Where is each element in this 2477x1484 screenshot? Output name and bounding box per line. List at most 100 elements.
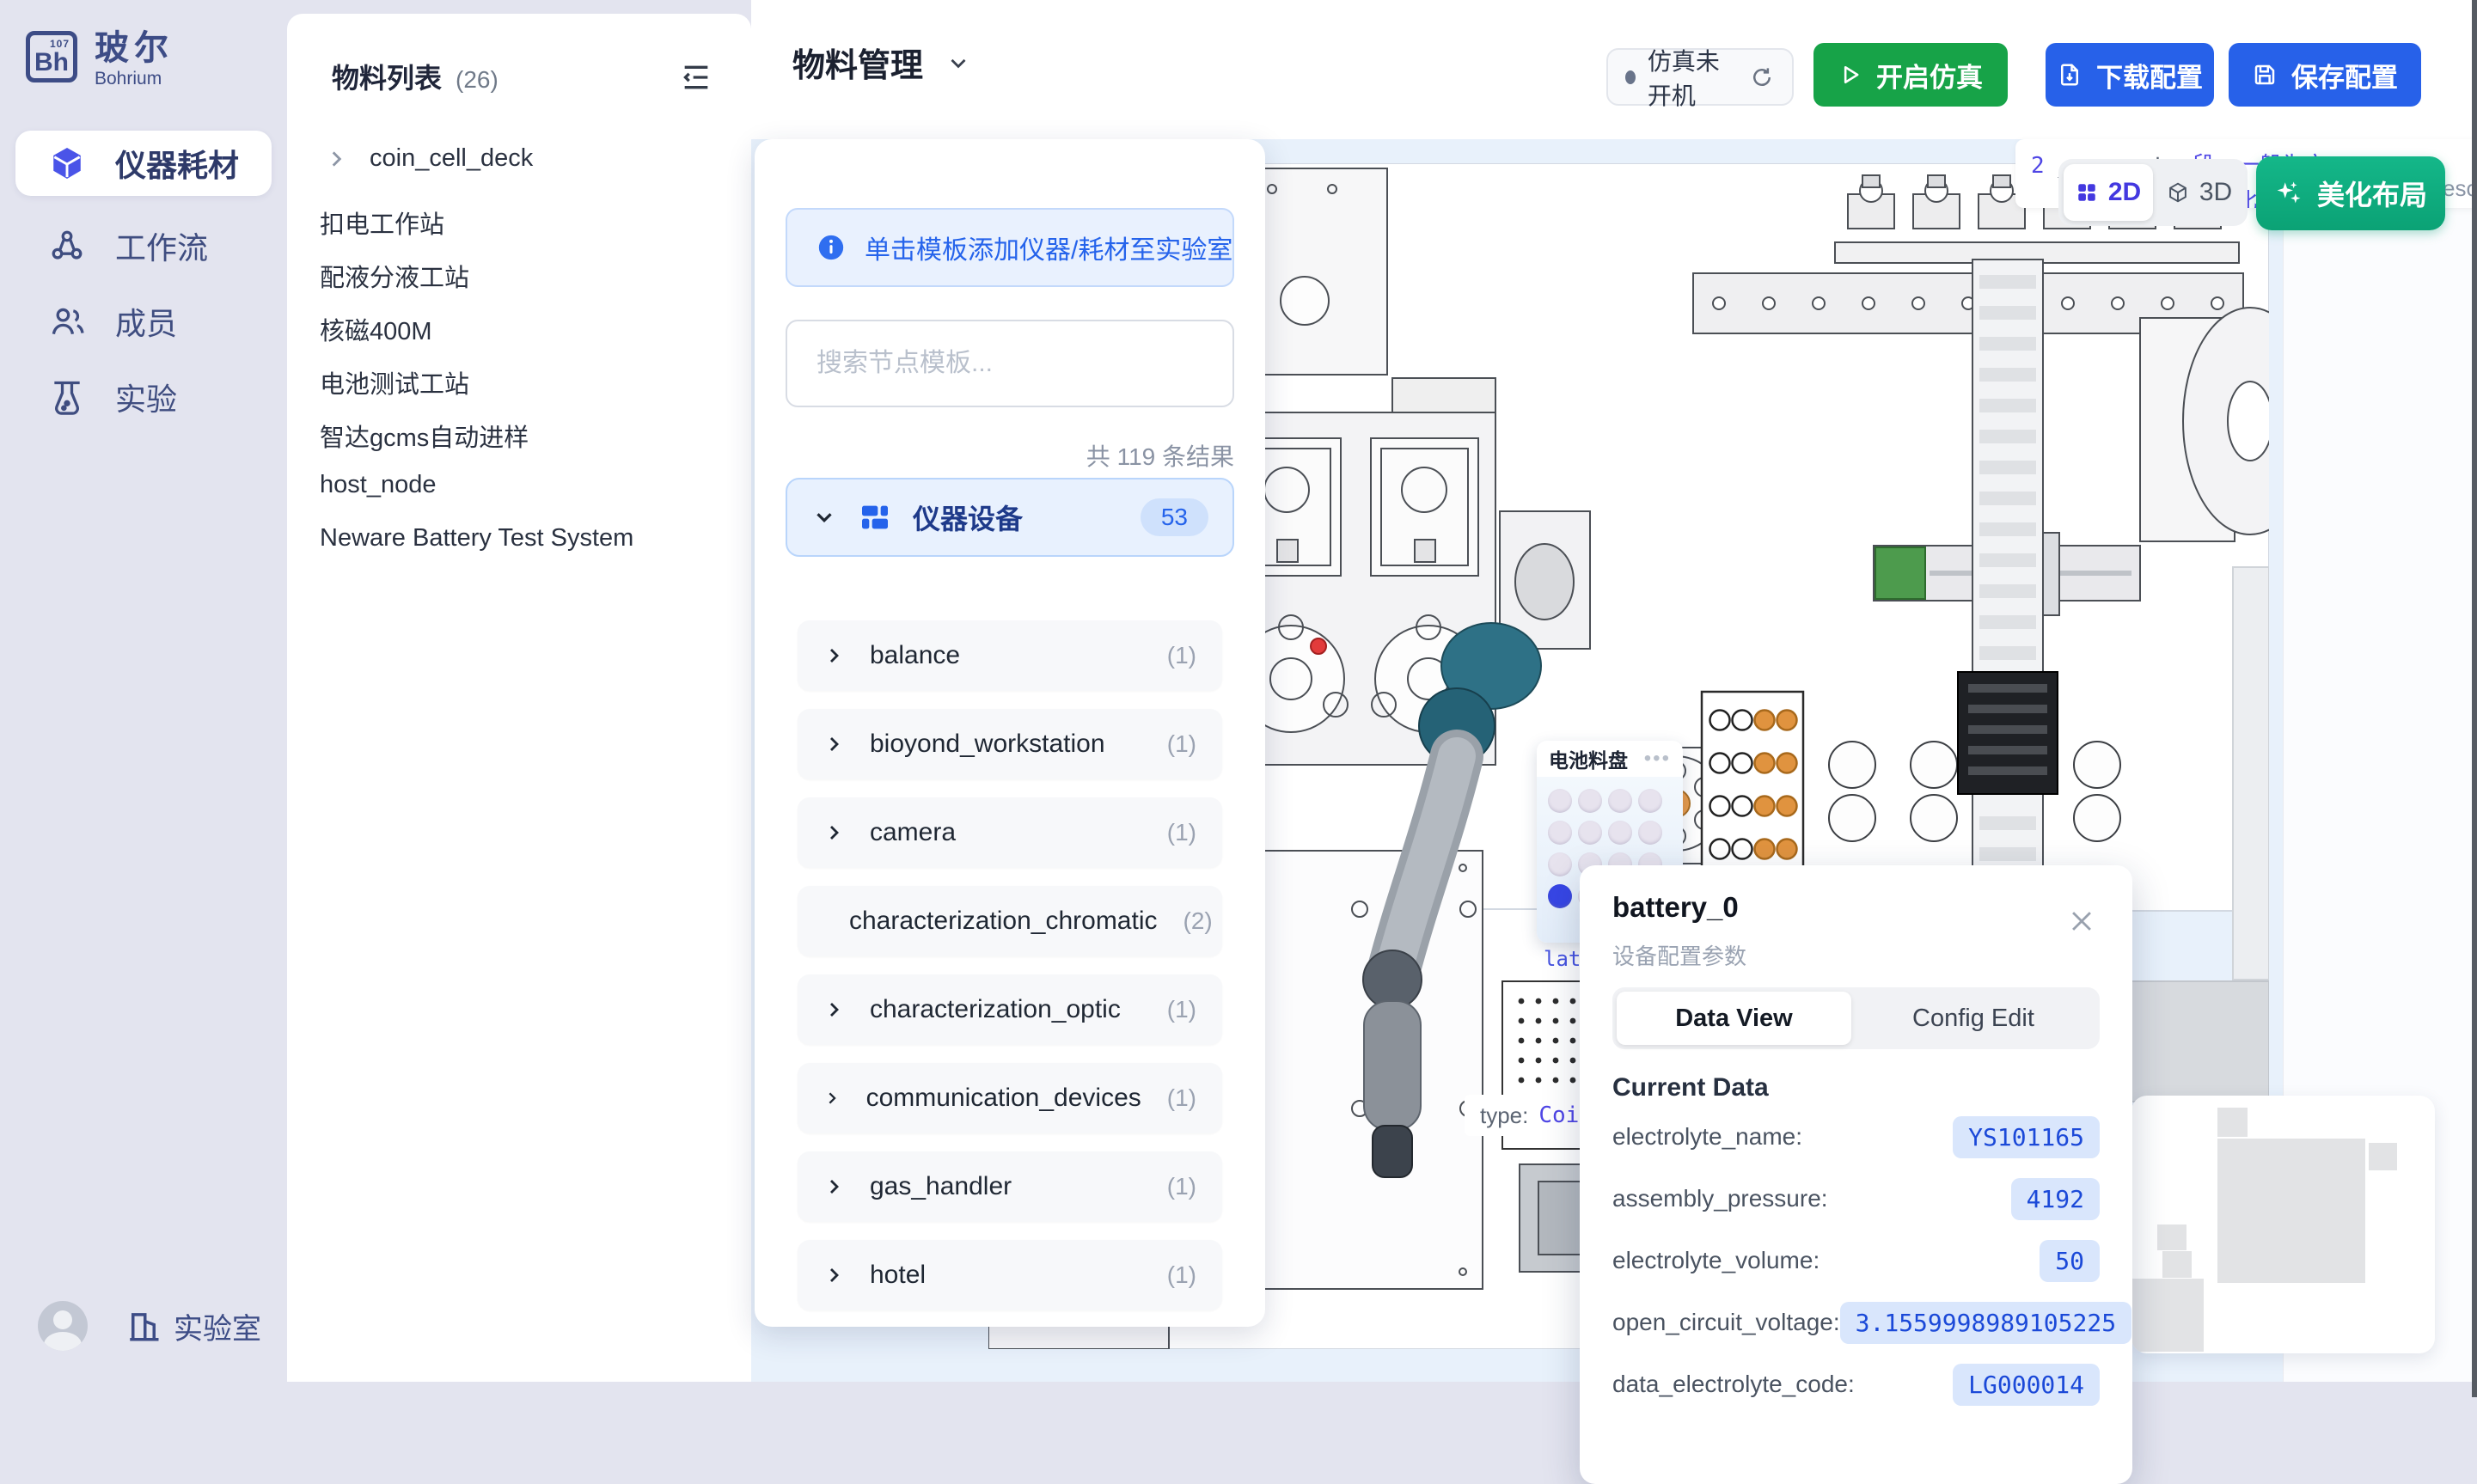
template-item-gas-handler[interactable]: gas_handler (1) [798, 1151, 1222, 1222]
materials-count: (26) [456, 66, 498, 94]
search-template-input[interactable] [786, 320, 1234, 407]
view-2d-label: 2D [2108, 178, 2141, 207]
material-item[interactable]: coin_cell_deck [325, 144, 533, 173]
tab-config-edit[interactable]: Config Edit [1851, 992, 2095, 1045]
avatar[interactable] [38, 1301, 88, 1351]
start-simulation-button[interactable]: 开启仿真 [1813, 43, 2008, 107]
brand-name-zh: 玻尔 [95, 31, 174, 65]
start-simulation-label: 开启仿真 [1876, 56, 1983, 95]
category-count-badge: 53 [1141, 498, 1208, 536]
template-item-characterization-optic[interactable]: characterization_optic (1) [798, 974, 1222, 1045]
template-item-bioyond-workstation[interactable]: bioyond_workstation (1) [798, 709, 1222, 779]
material-item[interactable]: 核磁400M [320, 311, 432, 347]
view-toggle: 2D 3D [2058, 159, 2248, 226]
close-icon[interactable] [2067, 907, 2096, 936]
sidebar-item-instruments[interactable]: 仪器耗材 [15, 131, 272, 196]
grid-2d-icon [2076, 181, 2098, 204]
current-data-heading: Current Data [1612, 1073, 1769, 1102]
workflow-icon [48, 227, 86, 265]
save-config-button[interactable]: 保存配置 [2229, 43, 2421, 107]
field-assembly-pressure: assembly_pressure: 4192 [1612, 1178, 2100, 1219]
chevron-right-icon [823, 822, 844, 843]
sidebar-item-label: 实验 [115, 375, 177, 419]
popup-subtitle: 设备配置参数 [1612, 939, 1746, 971]
lab-link-label: 实验室 [174, 1305, 261, 1347]
tab-data-view[interactable]: Data View [1617, 992, 1851, 1045]
sidebar-item-members[interactable]: 成员 [15, 289, 272, 354]
field-open-circuit-voltage: open_circuit_voltage: 3.1559998989105225 [1612, 1302, 2100, 1343]
cube-3d-icon [2167, 181, 2189, 204]
top-header: 物料管理 仿真未开机 开启仿真 下载配置 保存配置 [751, 0, 2477, 139]
chevron-right-icon [823, 1176, 844, 1197]
materials-title: 物料列表 [332, 57, 442, 96]
sidebar: Bh 107 玻尔 Bohrium 仪器耗材 工作流 成员 实验 [0, 0, 287, 1397]
battery-tray-title: 电池料盘 [1549, 744, 1628, 773]
page-title-dropdown[interactable]: 物料管理 [792, 39, 971, 86]
view-3d-button[interactable]: 3D [2156, 164, 2242, 221]
material-item[interactable]: 配液分液工站 [320, 258, 469, 294]
material-item[interactable]: 智达gcms自动进样 [320, 418, 529, 454]
chevron-down-icon [811, 504, 837, 530]
lab-link[interactable]: 实验室 [125, 1305, 261, 1347]
material-item-label: coin_cell_deck [370, 144, 533, 173]
chevron-right-icon [823, 1088, 841, 1108]
field-electrolyte-volume: electrolyte_volume: 50 [1612, 1240, 2100, 1281]
beautify-layout-button[interactable]: 美化布局 [2256, 156, 2445, 230]
sidebar-item-experiments[interactable]: 实验 [15, 364, 272, 430]
sidebar-item-label: 仪器耗材 [115, 141, 239, 186]
chevron-down-icon [945, 50, 971, 76]
comment-prefix: 2 [2031, 153, 2045, 179]
chevron-right-icon[interactable] [325, 148, 347, 170]
chevron-right-icon [823, 645, 844, 666]
type-value: Coi [1538, 1102, 1579, 1128]
view-3d-label: 3D [2199, 178, 2232, 207]
view-2d-button[interactable]: 2D [2064, 164, 2153, 221]
members-icon [48, 302, 86, 340]
cube-icon [48, 144, 86, 182]
template-item-communication-devices[interactable]: communication_devices (1) [798, 1063, 1222, 1133]
status-dot-icon [1625, 70, 1636, 84]
download-config-button[interactable]: 下载配置 [2046, 43, 2214, 107]
field-electrolyte-name: electrolyte_name: YS101165 [1612, 1116, 2100, 1157]
category-name: 仪器设备 [913, 498, 1120, 537]
chevron-right-icon [823, 734, 844, 754]
template-item-characterization-chromatic[interactable]: characterization_chromatic (2) [798, 886, 1222, 956]
template-item-balance[interactable]: balance (1) [798, 620, 1222, 691]
save-config-label: 保存配置 [2291, 56, 2398, 95]
material-item[interactable]: 扣电工作站 [320, 205, 444, 241]
download-icon [2057, 62, 2083, 88]
sidebar-item-workflow[interactable]: 工作流 [15, 213, 272, 278]
sidebar-item-label: 成员 [115, 299, 177, 344]
popup-title: battery_0 [1612, 891, 1739, 924]
more-options-icon[interactable]: ••• [1644, 747, 1671, 771]
save-icon [2252, 62, 2278, 88]
refresh-icon[interactable] [1749, 64, 1775, 90]
popup-tabs: Data View Config Edit [1612, 987, 2100, 1049]
selected-battery-dot[interactable] [1548, 884, 1572, 908]
brand-name: 玻尔 Bohrium [95, 31, 174, 89]
template-item-camera[interactable]: camera (1) [798, 797, 1222, 868]
building-icon [125, 1308, 162, 1344]
category-instruments[interactable]: 仪器设备 53 [786, 478, 1234, 557]
material-item[interactable]: Neware Battery Test System [320, 524, 633, 553]
field-value: 4192 [2011, 1178, 2100, 1220]
window-edge [2472, 0, 2477, 1397]
logo-text: Bh [34, 48, 69, 77]
material-item[interactable]: 电池测试工站 [320, 364, 469, 400]
sim-status-label: 仿真未开机 [1648, 43, 1737, 112]
dashboard-icon [858, 500, 892, 534]
chevron-right-icon [823, 1265, 844, 1286]
hint-banner-text: 单击模板添加仪器/耗材至实验室 [865, 229, 1232, 266]
template-item-hotel[interactable]: hotel (1) [798, 1240, 1222, 1310]
collapse-panel-icon[interactable] [679, 60, 713, 95]
minimap[interactable] [2131, 1096, 2435, 1353]
field-value: LG000014 [1953, 1364, 2100, 1406]
chevron-right-icon [823, 999, 844, 1020]
templates-panel: 单击模板添加仪器/耗材至实验室 共 119 条结果 仪器设备 53 balanc… [755, 139, 1265, 1327]
brand-logo: Bh 107 玻尔 Bohrium [26, 31, 174, 89]
sim-status-pill[interactable]: 仿真未开机 [1606, 48, 1794, 106]
materials-panel: 物料列表 (26) coin_cell_deck 扣电工作站 配液分液工站 核磁… [287, 14, 751, 1382]
info-icon [816, 233, 846, 262]
material-item[interactable]: host_node [320, 471, 436, 499]
play-icon [1838, 63, 1862, 87]
